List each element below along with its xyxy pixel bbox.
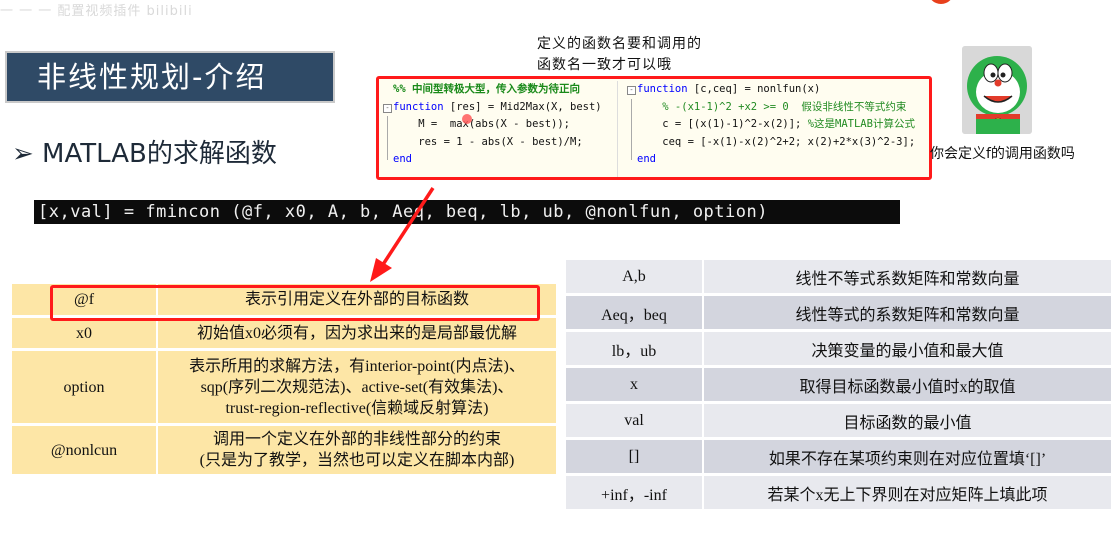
fold-guide	[387, 151, 388, 160]
code-line: end	[625, 151, 929, 169]
param-desc-cell: 线性等式的系数矩阵和常数向量	[704, 296, 1111, 329]
doraemon-icon	[962, 46, 1032, 134]
fold-guide	[387, 133, 388, 151]
code-line: %% 中间型转极大型，传入参数为待正向	[381, 81, 617, 99]
param-desc-cell: 若某个x无上下界则在对应矩阵上填此项	[704, 476, 1111, 509]
code-line: - function [res] = Mid2Max(X, best)	[381, 99, 617, 117]
code-token: function	[637, 83, 688, 95]
red-arrow-icon	[370, 187, 435, 282]
code-token: %% 中间型转极大型，传入参数为待正向	[393, 83, 580, 95]
code-token: M = max(abs(X - best));	[393, 118, 571, 130]
table-row: x 取得目标函数最小值时x的取值	[566, 368, 1111, 401]
code-line: end	[381, 151, 617, 169]
param-name-cell: x	[566, 368, 704, 401]
param-table-right: A,b 线性不等式系数矩阵和常数向量 Aeq，beq 线性等式的系数矩阵和常数向量 lb…	[566, 257, 1111, 512]
param-name-cell: []	[566, 440, 704, 473]
param-desc-cell: 线性不等式系数矩阵和常数向量	[704, 260, 1111, 293]
code-panel: %% 中间型转极大型，传入参数为待正向 - function [res] = Mid…	[376, 76, 932, 180]
param-desc-cell: 决策变量的最小值和最大值	[704, 332, 1111, 365]
param-name-cell: Aeq，beq	[566, 296, 704, 329]
fold-guide	[631, 133, 632, 151]
fold-toggle-icon[interactable]: -	[383, 103, 392, 113]
table-row: x0 初始值x0必须有，因为求出来的是局部最优解	[12, 318, 556, 348]
fmincon-command: [x,val] = fmincon (@f, x0, A, b, Aeq, be…	[34, 200, 900, 224]
code-token: function	[393, 100, 444, 113]
param-name-cell: lb，ub	[566, 332, 704, 365]
code-nonlfun: - function [c,ceq] = nonlfun(x) % -(x1-1)…	[625, 81, 929, 177]
table-row: +inf，-inf 若某个x无上下界则在对应矩阵上填此项	[566, 476, 1111, 509]
table-row: lb，ub 决策变量的最小值和最大值	[566, 332, 1111, 365]
param-name-cell: @nonlcun	[12, 426, 158, 474]
param-desc-cell: 取得目标函数最小值时x的取值	[704, 368, 1111, 401]
param-name-cell: +inf，-inf	[566, 476, 704, 509]
code-token: end	[637, 153, 656, 165]
table-row: A,b 线性不等式系数矩阵和常数向量	[566, 260, 1111, 293]
code-token: [res] = Mid2Max(X, best)	[443, 100, 602, 113]
table-row: option 表示所用的求解方法，有interior-point(内点法)、 sq…	[12, 351, 556, 423]
slide-title: 非线性规划-介绍	[5, 51, 335, 103]
table-row: val 目标函数的最小值	[566, 404, 1111, 437]
highlight-box-f	[50, 285, 540, 321]
doraemon-avatar	[962, 46, 1032, 134]
param-name-cell: x0	[12, 318, 158, 348]
fold-guide	[631, 151, 632, 160]
video-watermark: 一 一 一 配置视频插件 bilibili	[0, 4, 193, 18]
param-desc-cell: 初始值x0必须有，因为求出来的是局部最优解	[158, 318, 556, 348]
code-line: M = max(abs(X - best));	[381, 116, 617, 134]
param-desc-cell: 调用一个定义在外部的非线性部分的约束 (只是为了教学，当然也可以定义在脚本内部)	[158, 426, 556, 474]
fold-toggle-icon[interactable]: -	[627, 86, 636, 95]
param-name-cell: option	[12, 351, 158, 423]
recording-badge-icon	[928, 0, 954, 4]
code-token: %这是MATLAB计算公式	[807, 118, 915, 130]
code-line: ceq = [-x(1)-x(2)^2+2; x(2)+2*x(3)^2-3];	[625, 133, 929, 151]
code-token: % -(x1-1)^2 +x2 >= 0 假设非线性不等式约束	[637, 100, 907, 113]
annotation-note: 定义的函数名要和调用的 函数名一致才可以哦	[537, 36, 702, 73]
param-name-cell: A,b	[566, 260, 704, 293]
fold-guide	[631, 116, 632, 134]
code-line: res = 1 - abs(X - best)/M;	[381, 133, 617, 151]
code-token: ceq = [-x(1)-x(2)^2+2; x(2)+2*x(3)^2-3];	[637, 135, 916, 148]
code-token: end	[393, 153, 412, 165]
code-token: [c,ceq] = nonlfun(x)	[687, 83, 821, 95]
table-row: Aeq，beq 线性等式的系数矩阵和常数向量	[566, 296, 1111, 329]
code-token: c = [(x(1)-1)^2-x(2)];	[637, 118, 808, 130]
table-row: [] 如果不存在某项约束则在对应位置填‘[]’	[566, 440, 1111, 473]
code-line: % -(x1-1)^2 +x2 >= 0 假设非线性不等式约束	[625, 98, 929, 116]
section-subtitle: ➢ MATLAB的求解函数	[12, 139, 277, 169]
param-desc-cell: 目标函数的最小值	[704, 404, 1111, 437]
code-mid2max: %% 中间型转极大型，传入参数为待正向 - function [res] = Mid…	[381, 81, 618, 177]
fold-guide	[387, 116, 388, 134]
code-token: res = 1 - abs(X - best)/M;	[393, 135, 583, 148]
table-row: @nonlcun 调用一个定义在外部的非线性部分的约束 (只是为了教学，当然也可以…	[12, 426, 556, 474]
avatar-caption: 你会定义f的调用函数吗	[930, 146, 1075, 162]
param-desc-cell: 表示所用的求解方法，有interior-point(内点法)、 sqp(序列二次…	[158, 351, 556, 423]
code-line: c = [(x(1)-1)^2-x(2)]; %这是MATLAB计算公式	[625, 116, 929, 134]
code-line: - function [c,ceq] = nonlfun(x)	[625, 81, 929, 99]
pointer-dot-icon	[462, 114, 472, 124]
fold-guide	[631, 98, 632, 116]
param-desc-cell: 如果不存在某项约束则在对应位置填‘[]’	[704, 440, 1111, 473]
param-name-cell: val	[566, 404, 704, 437]
